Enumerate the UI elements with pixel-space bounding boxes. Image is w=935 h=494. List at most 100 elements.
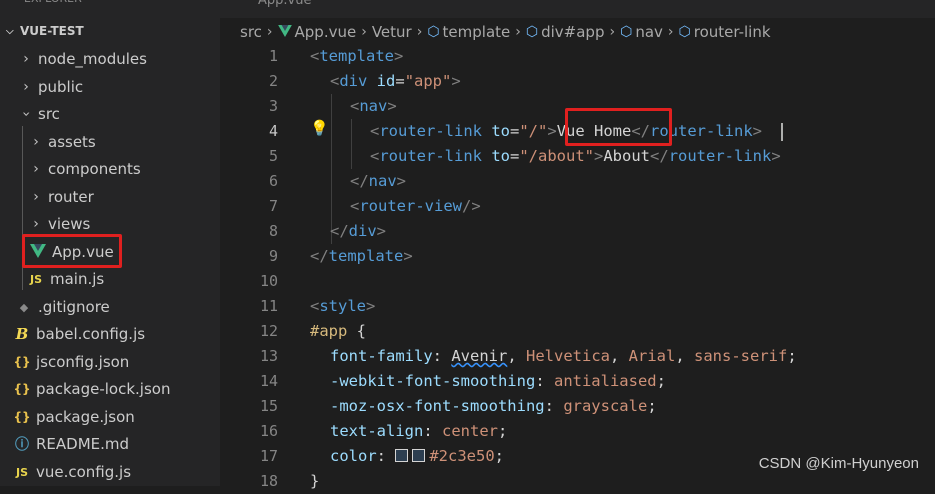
token: ;	[494, 447, 505, 465]
token: >	[547, 122, 557, 140]
tree-file-vue-config[interactable]: JS vue.config.js	[0, 459, 220, 485]
token: ;	[647, 397, 657, 415]
token: <	[350, 97, 360, 115]
json-file-icon: {}	[13, 410, 31, 424]
token: >	[366, 297, 376, 315]
token: to	[482, 122, 510, 140]
token: ;	[498, 422, 508, 440]
token: "app"	[404, 72, 452, 90]
token: >	[771, 147, 781, 165]
cube-icon: ⬡	[678, 24, 691, 40]
token: Arial	[628, 347, 676, 365]
chevron-right-icon: ›	[33, 134, 39, 150]
token: ;	[787, 347, 797, 365]
tree-item-label: public	[38, 78, 84, 96]
tree-file-babel-config[interactable]: B babel.config.js	[0, 321, 220, 347]
token: ,	[675, 347, 695, 365]
chevron-right-icon: ›	[667, 24, 674, 40]
cube-icon: ⬡	[427, 24, 440, 40]
cube-icon: ⬡	[620, 24, 633, 40]
code-line-14: -webkit-font-smoothing: antialiased;	[330, 369, 666, 394]
tree-item-label: package-lock.json	[36, 380, 171, 398]
breadcrumb-src[interactable]: src	[240, 23, 262, 41]
tree-file-package-json[interactable]: {} package.json	[0, 404, 220, 430]
token: router-link	[668, 147, 772, 165]
highlight-box-vue-home	[565, 108, 672, 146]
code-line-2: <div id="app">	[330, 69, 461, 94]
tree-item-label: views	[48, 215, 91, 233]
json-file-icon: {}	[13, 355, 31, 369]
color-swatch-icon[interactable]	[412, 448, 426, 462]
token: Avenir	[451, 347, 508, 365]
tree-item-label: jsconfig.json	[36, 353, 130, 371]
color-swatch-icon[interactable]	[395, 448, 409, 462]
tree-file-gitignore[interactable]: ◆ .gitignore	[0, 294, 220, 320]
indent-guide	[351, 119, 352, 169]
tree-folder-assets[interactable]: › assets	[0, 129, 220, 155]
token: =	[510, 147, 520, 165]
editor-pane: App.vue src › App.vue › Vetur › ⬡ templa…	[220, 0, 935, 490]
git-file-icon: ◆	[19, 300, 29, 314]
tree-item-label: main.js	[50, 270, 105, 288]
token: >	[394, 47, 404, 65]
code-line-5: <router-link to="/about">About</router-l…	[370, 144, 781, 169]
chevron-right-icon: ›	[266, 24, 273, 40]
code-line-15: -moz-osx-font-smoothing: grayscale;	[330, 394, 657, 419]
tree-file-readme[interactable]: ⓘ README.md	[0, 431, 220, 457]
token: <	[370, 122, 380, 140]
line-number: 2	[268, 72, 278, 90]
chevron-down-icon: ›	[18, 111, 34, 117]
breadcrumb-nav[interactable]: nav	[635, 23, 663, 41]
token: -webkit-font-smoothing	[330, 372, 536, 390]
breadcrumb-router-link[interactable]: router-link	[694, 23, 771, 41]
token: router-link	[379, 147, 482, 165]
breadcrumb-app-vue[interactable]: App.vue	[295, 23, 357, 41]
tree-folder-components[interactable]: › components	[0, 156, 220, 182]
token: :	[535, 372, 554, 390]
token: template	[319, 47, 394, 65]
breadcrumb-div-app[interactable]: div#app	[541, 23, 604, 41]
info-icon: ⓘ	[15, 437, 29, 453]
chevron-right-icon: ›	[33, 216, 39, 232]
token: :	[423, 422, 442, 440]
tree-folder-router[interactable]: › router	[0, 184, 220, 210]
tree-file-package-lock[interactable]: {} package-lock.json	[0, 376, 220, 402]
explorer-project-header[interactable]: ⌵ VUE-TEST	[0, 18, 220, 44]
cube-icon: ⬡	[525, 24, 539, 40]
explorer-sidebar: EXPLORER ⌵ VUE-TEST › node_modules › pub…	[0, 0, 220, 486]
code-line-11: <style>	[310, 294, 375, 319]
line-number-active: 4	[268, 122, 278, 140]
token: <	[310, 47, 320, 65]
token: {	[347, 322, 366, 340]
token: router-view	[359, 197, 462, 215]
line-number: 5	[268, 147, 278, 165]
tree-file-main-js[interactable]: JS main.js	[0, 266, 220, 292]
token: ,	[507, 347, 526, 365]
tree-item-label: assets	[48, 133, 96, 151]
line-number: 1	[268, 47, 278, 65]
code-line-7: <router-view/>	[350, 194, 481, 219]
chevron-right-icon: ›	[33, 189, 39, 205]
breadcrumb-template[interactable]: template	[443, 23, 511, 41]
lightbulb-icon[interactable]: 💡	[310, 119, 329, 139]
code-line-6: </nav>	[350, 169, 406, 194]
token: style	[319, 297, 367, 315]
tree-item-label: babel.config.js	[36, 325, 146, 343]
text-cursor-gap	[762, 122, 781, 140]
tab-app-vue[interactable]: App.vue	[258, 0, 311, 8]
tree-folder-src[interactable]: › src	[0, 101, 220, 127]
tree-file-jsconfig[interactable]: {} jsconfig.json	[0, 349, 220, 375]
code-line-16: text-align: center;	[330, 419, 507, 444]
token: id	[367, 72, 396, 90]
token: </	[330, 222, 349, 240]
tree-folder-public[interactable]: › public	[0, 74, 220, 100]
code-line-17: color: #2c3e50;	[330, 444, 504, 469]
chevron-right-icon: ›	[416, 24, 423, 40]
token: grayscale	[563, 397, 648, 415]
token: :	[376, 447, 396, 465]
text-cursor	[780, 122, 783, 141]
token: </	[650, 147, 669, 165]
breadcrumb-vetur[interactable]: Vetur	[372, 23, 412, 41]
tree-folder-node-modules[interactable]: › node_modules	[0, 46, 220, 72]
token: >	[752, 122, 763, 140]
